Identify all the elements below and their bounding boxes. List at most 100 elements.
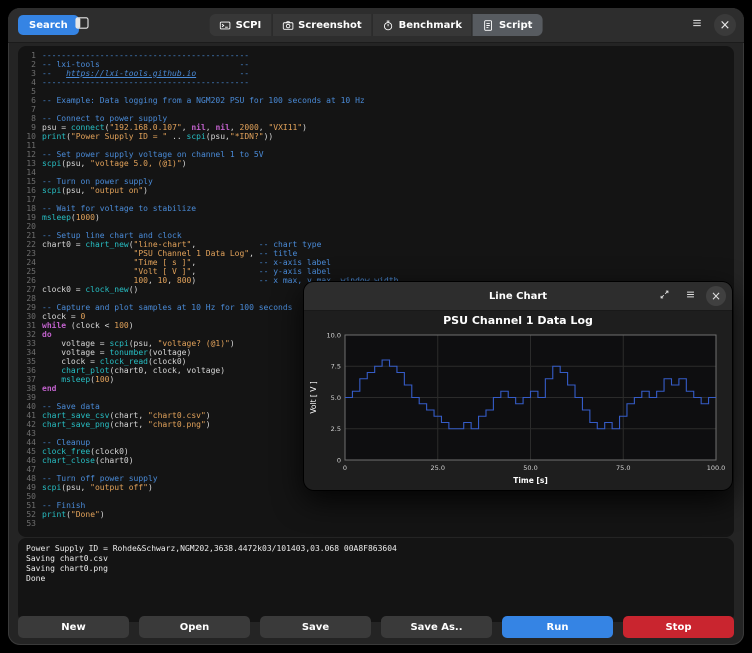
save-as-button[interactable]: Save As.. xyxy=(381,616,492,638)
code-line: 2-- lxi-tools -- xyxy=(18,60,734,69)
code-text: -- Finish xyxy=(42,501,85,510)
chart-close-button[interactable]: × xyxy=(706,286,726,306)
line-number: 48 xyxy=(18,474,42,483)
window-controls: × xyxy=(686,14,736,36)
chart-expand-button[interactable] xyxy=(654,286,674,306)
line-number: 30 xyxy=(18,312,42,321)
code-text: msleep(1000) xyxy=(42,213,100,222)
view-switcher: SCPI Screenshot Benchmark Script xyxy=(210,14,543,36)
line-number: 11 xyxy=(18,141,42,150)
line-number: 51 xyxy=(18,501,42,510)
open-button[interactable]: Open xyxy=(139,616,250,638)
line-number: 41 xyxy=(18,411,42,420)
line-number: 27 xyxy=(18,285,42,294)
line-number: 7 xyxy=(18,105,42,114)
tab-benchmark[interactable]: Benchmark xyxy=(372,14,472,36)
sidebar-toggle-icon xyxy=(75,17,89,33)
window-close-button[interactable]: × xyxy=(714,14,736,36)
code-text: "PSU Channel 1 Data Log", -- title xyxy=(42,249,297,258)
code-text: print("Done") xyxy=(42,510,105,519)
code-text: scpi(psu, "output off") xyxy=(42,483,153,492)
code-text: -- Setup line chart and clock xyxy=(42,231,182,240)
line-number: 10 xyxy=(18,132,42,141)
code-text: -- Connect to power supply xyxy=(42,114,167,123)
chart-window-controls: × xyxy=(654,286,726,306)
code-text: print("Power Supply ID = " .. scpi(psu,"… xyxy=(42,132,273,141)
app-window: Search SCPI Screenshot xyxy=(8,8,744,645)
stop-button[interactable]: Stop xyxy=(623,616,734,638)
code-line: 1---------------------------------------… xyxy=(18,51,734,60)
new-button[interactable]: New xyxy=(18,616,129,638)
code-line: 23 "PSU Channel 1 Data Log", -- title xyxy=(18,249,734,258)
code-line: 16scpi(psu, "output on") xyxy=(18,186,734,195)
code-text: clock0 = clock_new() xyxy=(42,285,138,294)
line-number: 39 xyxy=(18,393,42,402)
sidebar-toggle-button[interactable] xyxy=(70,15,94,35)
line-number: 45 xyxy=(18,447,42,456)
code-text: -- Turn off power supply xyxy=(42,474,158,483)
primary-menu-button[interactable] xyxy=(686,14,708,36)
line-number: 23 xyxy=(18,249,42,258)
svg-text:10.0: 10.0 xyxy=(327,331,341,339)
line-number: 20 xyxy=(18,222,42,231)
line-number: 52 xyxy=(18,510,42,519)
code-text: do xyxy=(42,330,52,339)
code-line: 13scpi(psu, "voltage 5.0, (@1)") xyxy=(18,159,734,168)
tab-screenshot[interactable]: Screenshot xyxy=(271,14,371,36)
svg-text:7.5: 7.5 xyxy=(331,363,341,371)
line-number: 13 xyxy=(18,159,42,168)
action-bar: New Open Save Save As.. Run Stop xyxy=(18,616,734,638)
code-line: 11 xyxy=(18,141,734,150)
line-number: 29 xyxy=(18,303,42,312)
chart-menu-button[interactable] xyxy=(680,286,700,306)
code-line: 19msleep(1000) xyxy=(18,213,734,222)
line-number: 26 xyxy=(18,276,42,285)
run-button[interactable]: Run xyxy=(502,616,613,638)
tab-script[interactable]: Script xyxy=(472,14,542,36)
code-line: 5 xyxy=(18,87,734,96)
code-text: clock_free(clock0) xyxy=(42,447,129,456)
code-text: -- Wait for voltage to stabilize xyxy=(42,204,196,213)
line-number: 31 xyxy=(18,321,42,330)
chart-header-bar: Line Chart × xyxy=(304,282,732,311)
line-number: 47 xyxy=(18,465,42,474)
line-number: 4 xyxy=(18,78,42,87)
code-text: scpi(psu, "output on") xyxy=(42,186,148,195)
code-line: 12-- Set power supply voltage on channel… xyxy=(18,150,734,159)
console-output: Power Supply ID = Rohde&Schwarz,NGM202,3… xyxy=(18,538,734,622)
code-text: chart_close(chart0) xyxy=(42,456,134,465)
line-number: 42 xyxy=(18,420,42,429)
expand-icon xyxy=(659,289,670,304)
code-text: -- Save data xyxy=(42,402,100,411)
code-line: 9psu = connect("192.168.0.107", nil, nil… xyxy=(18,123,734,132)
code-text: -- Cleanup xyxy=(42,438,90,447)
code-text: -- Turn on power supply xyxy=(42,177,153,186)
code-text: clock = clock_read(clock0) xyxy=(42,357,187,366)
code-text: msleep(100) xyxy=(42,375,114,384)
line-number: 6 xyxy=(18,96,42,105)
svg-text:0: 0 xyxy=(337,456,341,464)
line-number: 15 xyxy=(18,177,42,186)
save-button[interactable]: Save xyxy=(260,616,371,638)
tab-scpi[interactable]: SCPI xyxy=(210,14,272,36)
code-line: 53 xyxy=(18,519,734,528)
code-text: -- lxi-tools -- xyxy=(42,60,249,69)
line-number: 5 xyxy=(18,87,42,96)
line-number: 19 xyxy=(18,213,42,222)
code-line: 51-- Finish xyxy=(18,501,734,510)
code-text: "Volt [ V ]", -- y-axis label xyxy=(42,267,331,276)
code-text: psu = connect("192.168.0.107", nil, nil,… xyxy=(42,123,307,132)
line-number: 16 xyxy=(18,186,42,195)
terminal-icon xyxy=(220,20,231,31)
code-line: 4---------------------------------------… xyxy=(18,78,734,87)
tab-label: Script xyxy=(499,20,532,31)
console-line: Power Supply ID = Rohde&Schwarz,NGM202,3… xyxy=(26,544,726,554)
line-number: 37 xyxy=(18,375,42,384)
header-bar: Search SCPI Screenshot xyxy=(8,8,744,43)
line-number: 33 xyxy=(18,339,42,348)
code-line: 14 xyxy=(18,168,734,177)
chart-window-title: Line Chart xyxy=(489,291,547,302)
chart-body: PSU Channel 1 Data Log 02.55.07.510.0025… xyxy=(304,311,732,490)
code-line: 21-- Setup line chart and clock xyxy=(18,231,734,240)
tab-label: SCPI xyxy=(236,20,262,31)
